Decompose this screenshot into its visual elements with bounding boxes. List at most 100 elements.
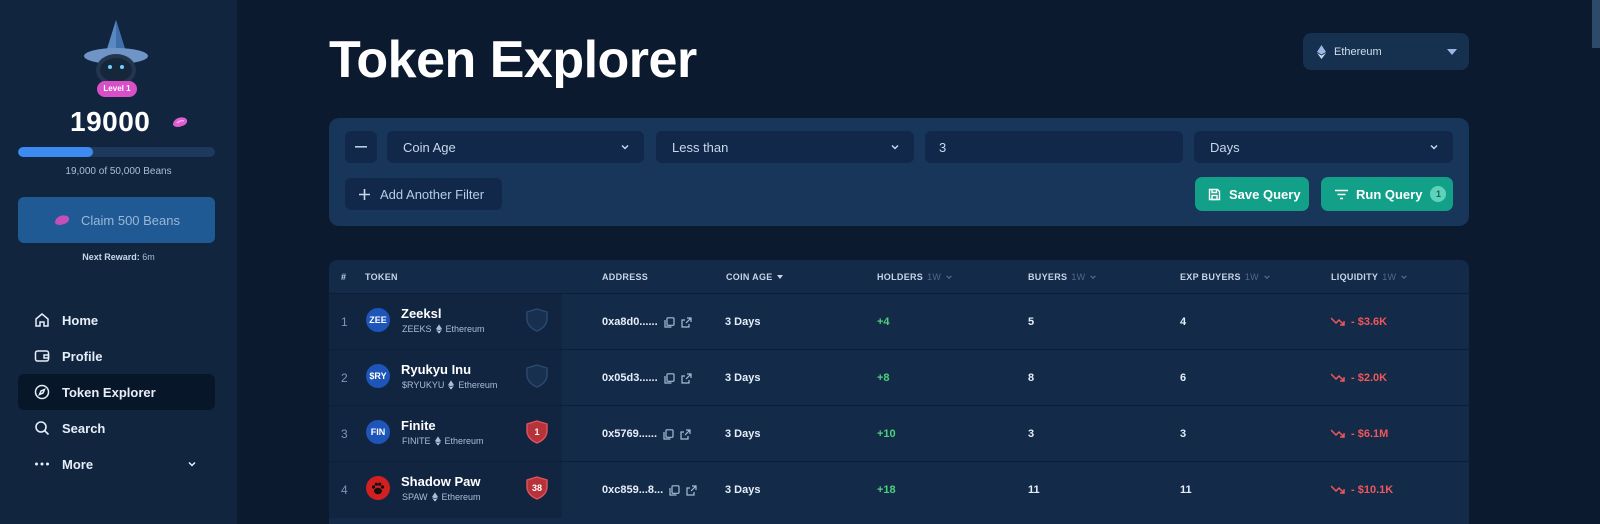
filter-panel: Coin Age Less than 3 Days Add Another Fi… bbox=[329, 118, 1469, 226]
ethereum-icon bbox=[434, 436, 441, 446]
add-filter-button[interactable]: Add Another Filter bbox=[345, 178, 502, 210]
column-coin-age-label: COIN AGE bbox=[726, 272, 773, 282]
column-holders[interactable]: HOLDERS 1W bbox=[877, 272, 953, 282]
external-link-icon[interactable] bbox=[680, 428, 691, 440]
filter-field-value: Coin Age bbox=[403, 139, 456, 155]
token-logo: FIN bbox=[366, 420, 390, 444]
table-row[interactable]: 1 ZEE Zeeksl ZEEKS Ethereum 0xa8d0......… bbox=[329, 293, 1469, 350]
save-query-button[interactable]: Save Query bbox=[1195, 177, 1309, 211]
token-name[interactable]: Ryukyu Inu bbox=[401, 362, 471, 377]
filter-operator-select[interactable]: Less than bbox=[656, 131, 914, 163]
sidebar-item-token-explorer[interactable]: Token Explorer bbox=[18, 374, 215, 410]
external-link-icon[interactable] bbox=[686, 484, 697, 496]
row-number: 2 bbox=[341, 371, 348, 385]
column-buyers-label: BUYERS bbox=[1028, 272, 1068, 282]
remove-filter-button[interactable] bbox=[345, 131, 377, 163]
plus-icon bbox=[359, 188, 370, 200]
column-liquidity[interactable]: LIQUIDITY 1W bbox=[1331, 272, 1408, 282]
trend-down-icon bbox=[1331, 485, 1345, 494]
network-select[interactable]: Ethereum bbox=[1303, 33, 1469, 70]
chevron-down-icon bbox=[621, 144, 629, 150]
holders-value: +8 bbox=[877, 372, 890, 384]
chevron-down-icon bbox=[1090, 275, 1097, 280]
buyers-value: 5 bbox=[1028, 316, 1035, 328]
filter-field-select[interactable]: Coin Age bbox=[387, 131, 644, 163]
column-liquidity-label: LIQUIDITY bbox=[1331, 272, 1379, 282]
holders-value: +4 bbox=[877, 316, 890, 328]
trend-down-icon bbox=[1331, 373, 1345, 382]
coin-age-value: 3 Days bbox=[725, 372, 761, 384]
sidebar-item-search[interactable]: Search bbox=[18, 410, 215, 446]
chevron-down-icon bbox=[188, 461, 196, 467]
token-name[interactable]: Finite bbox=[401, 418, 436, 433]
token-address: 0x5769...... bbox=[602, 428, 691, 440]
external-link-icon[interactable] bbox=[681, 372, 692, 384]
token-meta: ZEEKS Ethereum bbox=[402, 324, 485, 334]
more-dots-icon bbox=[35, 462, 49, 466]
beans-progress-fill bbox=[18, 147, 93, 157]
shield-icon bbox=[526, 308, 548, 332]
claim-beans-button[interactable]: Claim 500 Beans bbox=[18, 197, 215, 243]
filter-unit-select[interactable]: Days bbox=[1194, 131, 1453, 163]
table-row[interactable]: 3 FIN Finite FINITE Ethereum 1 0x5769...… bbox=[329, 405, 1469, 462]
copy-icon[interactable] bbox=[664, 316, 675, 328]
token-address: 0xa8d0...... bbox=[602, 316, 692, 328]
token-chain: Ethereum bbox=[445, 324, 485, 334]
wizard-avatar-icon bbox=[84, 20, 148, 86]
sidebar-item-more[interactable]: More bbox=[18, 446, 215, 482]
filter-value-input[interactable]: 3 bbox=[925, 131, 1183, 163]
table-row[interactable]: 4 Shadow Paw SPAW Ethereum 38 0xc859...8… bbox=[329, 461, 1469, 518]
chevron-down-icon bbox=[1264, 275, 1270, 280]
column-exp-buyers[interactable]: EXP BUYERS 1W bbox=[1180, 272, 1271, 282]
risk-shield-icon: 38 bbox=[526, 476, 548, 500]
risk-shield-icon: 1 bbox=[526, 420, 548, 444]
token-symbol: ZEEKS bbox=[402, 324, 432, 334]
period-label: 1W bbox=[1071, 272, 1086, 282]
filter-count-badge: 1 bbox=[1430, 186, 1447, 202]
column-coin-age[interactable]: COIN AGE bbox=[726, 272, 783, 282]
holders-value: +18 bbox=[877, 484, 896, 496]
sidebar: Level 1 19000 19,000 of 50,000 Beans Cla… bbox=[0, 0, 237, 524]
risk-score: 38 bbox=[532, 483, 542, 493]
chevron-down-icon bbox=[1401, 275, 1408, 280]
trend-down-icon bbox=[1331, 429, 1345, 438]
token-symbol: FINITE bbox=[402, 436, 431, 446]
compass-icon bbox=[34, 384, 50, 400]
table-row[interactable]: 2 $RY Ryukyu Inu $RYUKYU Ethereum 0x05d3… bbox=[329, 349, 1469, 406]
run-query-button[interactable]: Run Query 1 bbox=[1321, 177, 1453, 211]
sidebar-item-home[interactable]: Home bbox=[18, 302, 215, 338]
sort-desc-icon bbox=[776, 275, 783, 279]
chevron-down-icon bbox=[891, 144, 899, 150]
external-link-icon[interactable] bbox=[681, 316, 692, 328]
token-chain: Ethereum bbox=[444, 436, 484, 446]
copy-icon[interactable] bbox=[664, 372, 675, 384]
caret-down-icon bbox=[1447, 48, 1457, 55]
add-filter-label: Add Another Filter bbox=[380, 186, 485, 202]
liquidity-value: - $3.6K bbox=[1351, 316, 1388, 328]
sidebar-item-label: Search bbox=[62, 420, 106, 436]
token-name[interactable]: Zeeksl bbox=[401, 306, 441, 321]
liquidity-cell: - $10.1K bbox=[1331, 484, 1393, 496]
copy-icon[interactable] bbox=[669, 484, 680, 496]
next-reward-value: 6m bbox=[142, 252, 155, 262]
copy-icon[interactable] bbox=[663, 428, 674, 440]
token-logo: ZEE bbox=[366, 308, 390, 332]
shield-icon bbox=[526, 364, 548, 388]
token-symbol: SPAW bbox=[402, 492, 428, 502]
sidebar-nav: Home Profile Token Explorer Search More bbox=[18, 302, 215, 482]
column-num: # bbox=[341, 272, 347, 282]
page-scrollbar[interactable] bbox=[1592, 0, 1600, 48]
next-reward: Next Reward: 6m bbox=[0, 252, 237, 262]
coin-age-value: 3 Days bbox=[725, 428, 761, 440]
bean-icon bbox=[173, 117, 188, 127]
sidebar-item-profile[interactable]: Profile bbox=[18, 338, 215, 374]
next-reward-label: Next Reward: bbox=[82, 252, 140, 262]
chevron-down-icon bbox=[946, 275, 953, 280]
column-buyers[interactable]: BUYERS 1W bbox=[1028, 272, 1097, 282]
sidebar-item-label: More bbox=[62, 456, 94, 472]
ethereum-icon bbox=[435, 324, 442, 334]
run-query-label: Run Query bbox=[1356, 186, 1423, 202]
token-name[interactable]: Shadow Paw bbox=[401, 474, 480, 489]
claim-beans-label: Claim 500 Beans bbox=[81, 212, 180, 228]
period-label: 1W bbox=[927, 272, 942, 282]
